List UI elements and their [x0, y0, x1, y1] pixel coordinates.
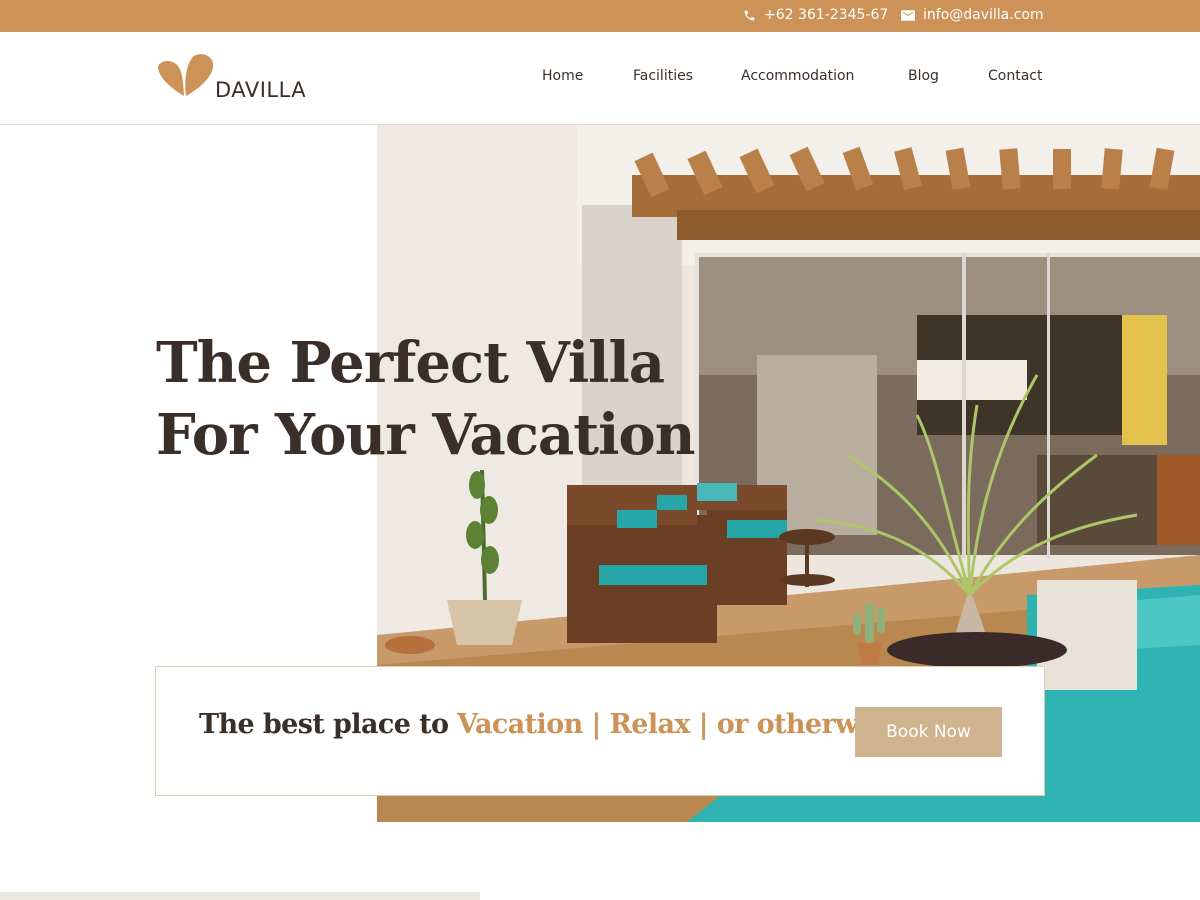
main-nav: Home Facilities Accommodation Blog Conta…	[0, 68, 1200, 88]
nav-accommodation[interactable]: Accommodation	[741, 68, 854, 84]
hero-heading: The Perfect Villa For Your Vacation	[156, 327, 695, 471]
top-contact-bar: +62 361-2345-67 info@davilla.com	[0, 0, 1200, 32]
tagline-highlight: Vacation | Relax | or otherwise	[457, 709, 899, 740]
email-address: info@davilla.com	[923, 7, 1044, 23]
phone-icon	[744, 10, 755, 20]
nav-blog[interactable]: Blog	[908, 68, 939, 84]
phone-number: +62 361-2345-67	[764, 7, 889, 23]
nav-contact[interactable]: Contact	[988, 68, 1042, 84]
email-contact[interactable]: info@davilla.com	[901, 7, 1044, 23]
phone-contact[interactable]: +62 361-2345-67	[743, 7, 888, 23]
envelope-icon	[901, 9, 915, 21]
next-section-edge	[0, 892, 480, 900]
nav-home[interactable]: Home	[542, 68, 583, 84]
book-now-button[interactable]: Book Now	[855, 707, 1002, 757]
banner-tagline: The best place to Vacation | Relax | or …	[199, 709, 899, 740]
tagline-prefix: The best place to	[199, 709, 458, 740]
nav-facilities[interactable]: Facilities	[633, 68, 693, 84]
booking-banner: The best place to Vacation | Relax | or …	[155, 666, 1045, 796]
hero-heading-line-2: For Your Vacation	[156, 402, 695, 468]
hero-heading-line-1: The Perfect Villa	[156, 330, 665, 396]
site-header: DAVILLA Home Facilities Accommodation Bl…	[0, 32, 1200, 125]
